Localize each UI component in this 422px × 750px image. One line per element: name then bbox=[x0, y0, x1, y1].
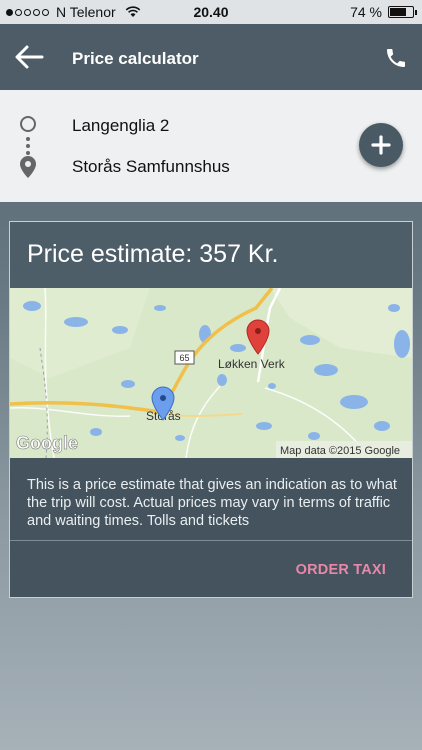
phone-icon[interactable] bbox=[384, 46, 408, 70]
google-logo: Google bbox=[16, 433, 78, 453]
map-canvas: 65 Løkken Verk Storås Google Map data ©2… bbox=[10, 288, 412, 458]
route-panel: Langenglia 2 Storås Samfunnshus bbox=[0, 90, 422, 202]
place-label-destination: Løkken Verk bbox=[218, 357, 286, 371]
app-bar: Price calculator bbox=[0, 24, 422, 90]
location-pin-icon bbox=[20, 156, 36, 178]
price-description: This is a price estimate that gives an i… bbox=[27, 477, 397, 529]
road-shield: 65 bbox=[174, 350, 195, 365]
price-card: Price estimate: 357 Kr. 65 Løkken Verk G… bbox=[9, 221, 413, 598]
price-estimate: Price estimate: 357 Kr. bbox=[27, 240, 279, 268]
battery-icon bbox=[388, 6, 417, 18]
status-bar: N Telenor 20.40 74 % bbox=[0, 0, 422, 24]
page-title: Price calculator bbox=[72, 49, 199, 68]
route-dots-icon bbox=[26, 137, 30, 155]
map-attribution: Map data ©2015 Google bbox=[280, 445, 400, 457]
arrow-left-icon[interactable] bbox=[14, 44, 44, 70]
plus-icon bbox=[371, 135, 391, 155]
add-stop-button[interactable] bbox=[359, 123, 403, 167]
status-right: 74 % bbox=[350, 4, 417, 20]
route-map[interactable]: 65 Løkken Verk Storås Google Map data ©2… bbox=[10, 288, 412, 458]
destination-address[interactable]: Storås Samfunnshus bbox=[72, 157, 230, 177]
order-taxi-button[interactable]: ORDER TAXI bbox=[296, 562, 386, 578]
battery-percent: 74 % bbox=[350, 4, 382, 20]
price-header: Price estimate: 357 Kr. bbox=[10, 222, 412, 288]
origin-address[interactable]: Langenglia 2 bbox=[72, 116, 169, 136]
origin-circle-icon bbox=[20, 116, 36, 132]
card-divider bbox=[10, 540, 412, 541]
road-number: 65 bbox=[179, 353, 189, 363]
